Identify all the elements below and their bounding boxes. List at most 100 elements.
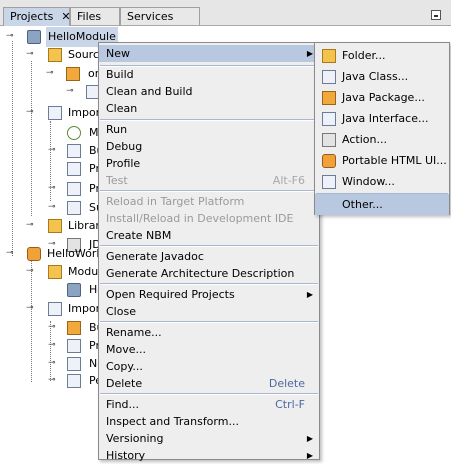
expand-icon[interactable]: ⊸ xyxy=(48,359,59,370)
tab-files[interactable]: Files xyxy=(70,7,120,25)
file-icon xyxy=(67,201,81,215)
java-class-icon xyxy=(322,70,336,84)
submenu-arrow-icon: ▶ xyxy=(306,434,313,443)
menu-item-label: Test xyxy=(106,174,128,187)
menu-item-history[interactable]: History ▶ xyxy=(99,447,319,464)
tab-services[interactable]: Services xyxy=(120,7,200,25)
menu-item-delete[interactable]: Delete Delete xyxy=(99,375,319,392)
menu-item-label: Reload in Target Platform xyxy=(106,195,245,208)
file-icon xyxy=(67,182,81,196)
submenu-item-other[interactable]: Other... xyxy=(315,194,449,215)
submenu-item-java-interface[interactable]: Java Interface... xyxy=(315,108,449,129)
menu-item-generate-architecture-description[interactable]: Generate Architecture Description xyxy=(99,265,319,282)
menu-item-label: New xyxy=(106,47,130,60)
menu-item-test: Test Alt-F6 xyxy=(99,172,319,189)
folder-icon xyxy=(48,219,62,233)
menu-item-label: Build xyxy=(106,68,134,81)
menu-item-label: Find... xyxy=(106,398,140,411)
collapse-icon[interactable]: ⊸ xyxy=(6,249,17,260)
submenu-item-label: Folder... xyxy=(342,49,386,62)
menu-item-clean[interactable]: Clean xyxy=(99,100,319,117)
action-icon xyxy=(322,133,336,147)
expand-icon[interactable]: ⊸ xyxy=(66,87,77,98)
expand-icon[interactable]: ⊸ xyxy=(48,376,59,387)
submenu-item-label: Window... xyxy=(342,175,395,188)
menu-item-versioning[interactable]: Versioning ▶ xyxy=(99,430,319,447)
tab-services-label: Services xyxy=(127,10,174,23)
submenu-item-label: Action... xyxy=(342,133,387,146)
expand-icon[interactable]: ⊸ xyxy=(48,203,59,214)
expand-icon[interactable]: ⊸ xyxy=(48,323,59,334)
html-ui-icon xyxy=(322,154,336,168)
minimize-window-icon[interactable] xyxy=(431,10,441,20)
submenu-item-label: Portable HTML UI... xyxy=(342,154,447,167)
green-circle-icon xyxy=(67,126,81,140)
submenu-arrow-icon: ▶ xyxy=(306,290,313,299)
menu-item-label: Create NBM xyxy=(106,229,172,242)
menu-item-label: Clean xyxy=(106,102,138,115)
important-files-icon xyxy=(48,302,62,316)
module-icon xyxy=(27,30,41,44)
collapse-icon[interactable]: ⊸ xyxy=(26,267,37,278)
tab-files-label: Files xyxy=(77,10,102,23)
menu-separator xyxy=(100,245,318,247)
menu-item-find[interactable]: Find... Ctrl-F xyxy=(99,396,319,413)
menu-separator xyxy=(100,190,318,192)
submenu-item-java-class[interactable]: Java Class... xyxy=(315,66,449,87)
collapse-icon[interactable]: ⊸ xyxy=(26,304,37,315)
collapse-icon[interactable]: ⊸ xyxy=(6,32,17,43)
collapse-icon[interactable]: ⊸ xyxy=(26,108,37,119)
submenu-item-portable-html-ui[interactable]: Portable HTML UI... xyxy=(315,150,449,171)
menu-item-move[interactable]: Move... xyxy=(99,341,319,358)
menu-item-inspect-and-transform[interactable]: Inspect and Transform... xyxy=(99,413,319,430)
menu-item-reload-in-target-platform: Reload in Target Platform xyxy=(99,193,319,210)
menu-item-label: Rename... xyxy=(106,326,162,339)
file-icon xyxy=(67,374,81,388)
java-interface-icon xyxy=(322,112,336,126)
menu-item-run[interactable]: Run xyxy=(99,121,319,138)
tab-projects[interactable]: Projects ✕ xyxy=(3,7,71,26)
expand-icon[interactable]: ⊸ xyxy=(48,146,59,157)
menu-item-label: Install/Reload in Development IDE xyxy=(106,212,294,225)
tab-bar: Projects ✕ Files Services xyxy=(0,0,451,26)
menu-item-rename[interactable]: Rename... xyxy=(99,324,319,341)
submenu-item-label: Java Class... xyxy=(342,70,409,83)
important-files-icon xyxy=(48,106,62,120)
folder-icon xyxy=(48,265,62,279)
expand-icon[interactable]: ⊸ xyxy=(48,341,59,352)
expand-icon[interactable]: ⊸ xyxy=(48,184,59,195)
submenu-item-label: Other... xyxy=(342,198,383,211)
submenu-item-window[interactable]: Window... xyxy=(315,171,449,192)
menu-item-generate-javadoc[interactable]: Generate Javadoc xyxy=(99,248,319,265)
menu-separator xyxy=(100,393,318,395)
package-icon xyxy=(322,91,336,105)
menu-item-new[interactable]: New ▶ xyxy=(99,45,319,62)
menu-item-accelerator: Delete xyxy=(268,377,305,390)
menu-item-label: Open Required Projects xyxy=(106,288,235,301)
collapse-icon[interactable]: ⊸ xyxy=(46,69,57,80)
menu-item-label: History xyxy=(106,449,146,462)
submenu-item-folder[interactable]: Folder... xyxy=(315,45,449,66)
collapse-icon[interactable]: ⊸ xyxy=(26,221,37,232)
menu-item-profile[interactable]: Profile xyxy=(99,155,319,172)
tab-projects-label: Projects xyxy=(10,10,54,23)
menu-item-open-required-projects[interactable]: Open Required Projects ▶ xyxy=(99,286,319,303)
menu-item-build[interactable]: Build xyxy=(99,66,319,83)
menu-item-label: Generate Javadoc xyxy=(106,250,204,263)
menu-item-label: Close xyxy=(106,305,136,318)
menu-item-accelerator: Alt-F6 xyxy=(272,174,305,187)
module-icon xyxy=(67,283,81,297)
submenu-item-action[interactable]: Action... xyxy=(315,129,449,150)
menu-item-label: Profile xyxy=(106,157,141,170)
menu-item-create-nbm[interactable]: Create NBM xyxy=(99,227,319,244)
menu-item-copy[interactable]: Copy... xyxy=(99,358,319,375)
file-icon xyxy=(67,144,81,158)
menu-item-label: Inspect and Transform... xyxy=(106,415,239,428)
menu-item-label: Copy... xyxy=(106,360,143,373)
menu-item-clean-and-build[interactable]: Clean and Build xyxy=(99,83,319,100)
menu-item-label: Generate Architecture Description xyxy=(106,267,295,280)
collapse-icon[interactable]: ⊸ xyxy=(26,50,37,61)
menu-item-close[interactable]: Close xyxy=(99,303,319,320)
menu-item-debug[interactable]: Debug xyxy=(99,138,319,155)
submenu-item-java-package[interactable]: Java Package... xyxy=(315,87,449,108)
